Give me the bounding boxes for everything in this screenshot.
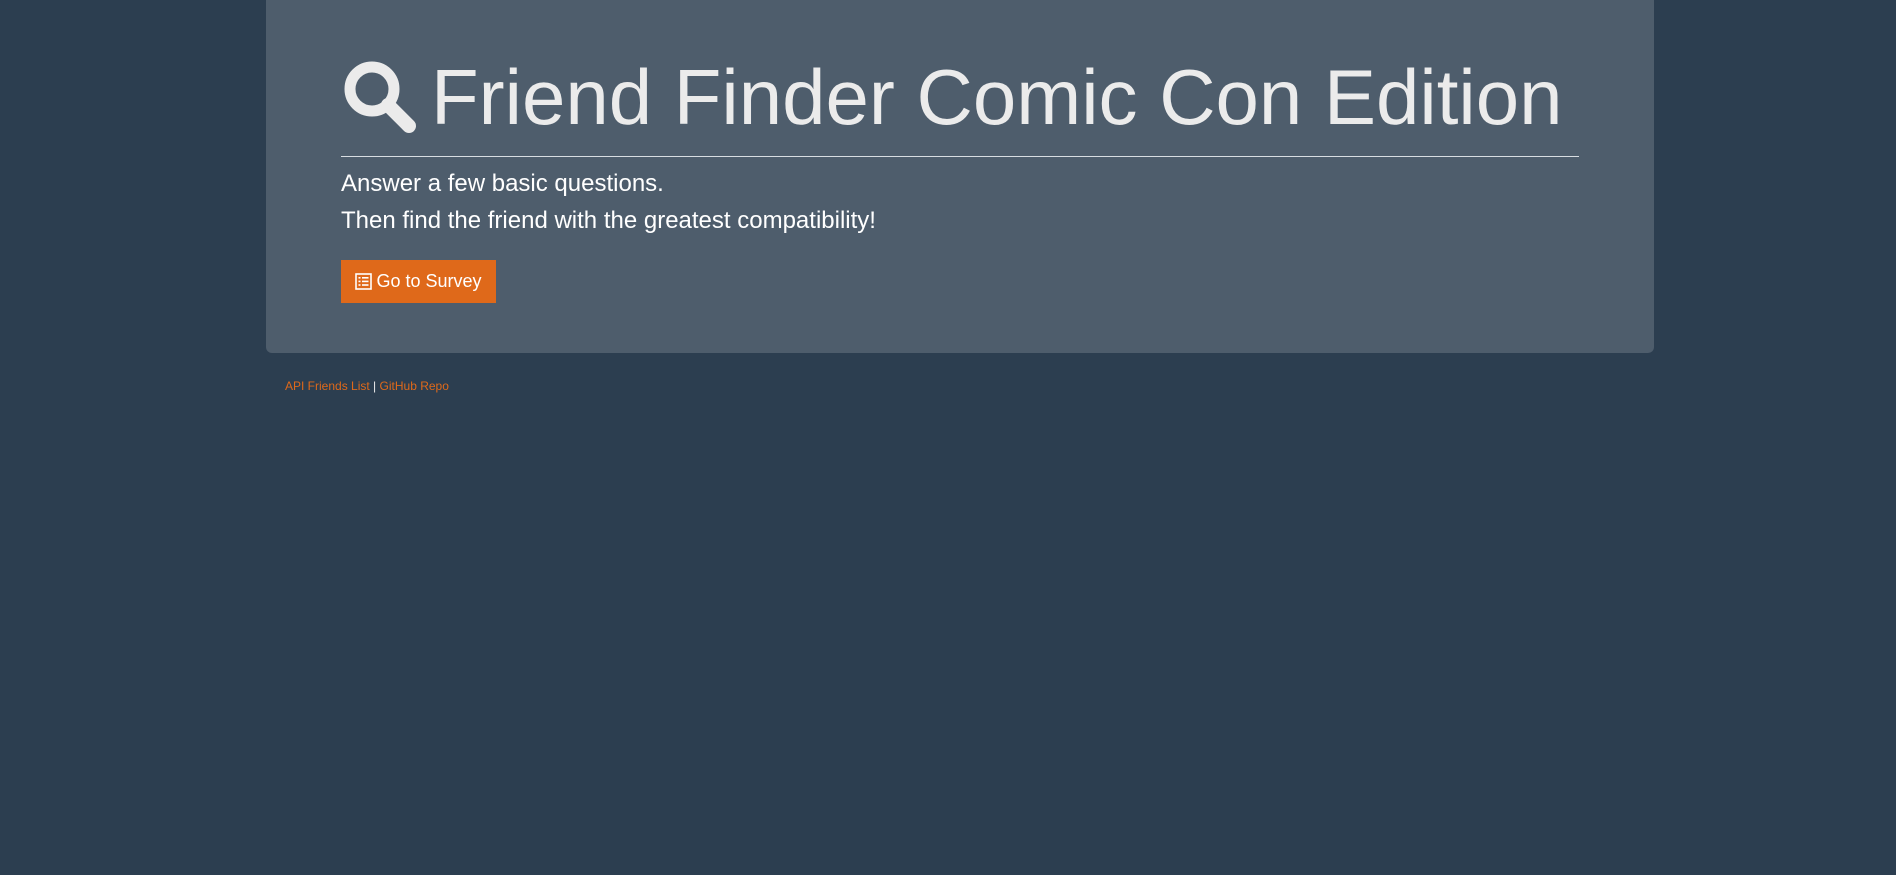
list-alt-icon (355, 273, 373, 290)
page-title-row: Friend Finder Comic Con Edition (341, 52, 1562, 142)
search-icon (341, 58, 419, 136)
lead-text-line-1: Answer a few basic questions. (341, 170, 664, 197)
github-repo-link[interactable]: GitHub Repo (380, 379, 449, 393)
jumbotron-panel: Friend Finder Comic Con Edition Answer a… (266, 0, 1654, 353)
api-friends-list-link[interactable]: API Friends List (285, 379, 370, 393)
go-to-survey-label: Go to Survey (376, 271, 482, 291)
page-title: Friend Finder Comic Con Edition (431, 53, 1563, 141)
lead-text-line-2: Then find the friend with the greatest c… (341, 207, 876, 234)
footer-links: API Friends List | GitHub Repo (285, 377, 449, 395)
go-to-survey-button[interactable]: Go to Survey (341, 260, 496, 303)
footer-separator: | (373, 379, 377, 393)
title-divider (341, 156, 1579, 157)
